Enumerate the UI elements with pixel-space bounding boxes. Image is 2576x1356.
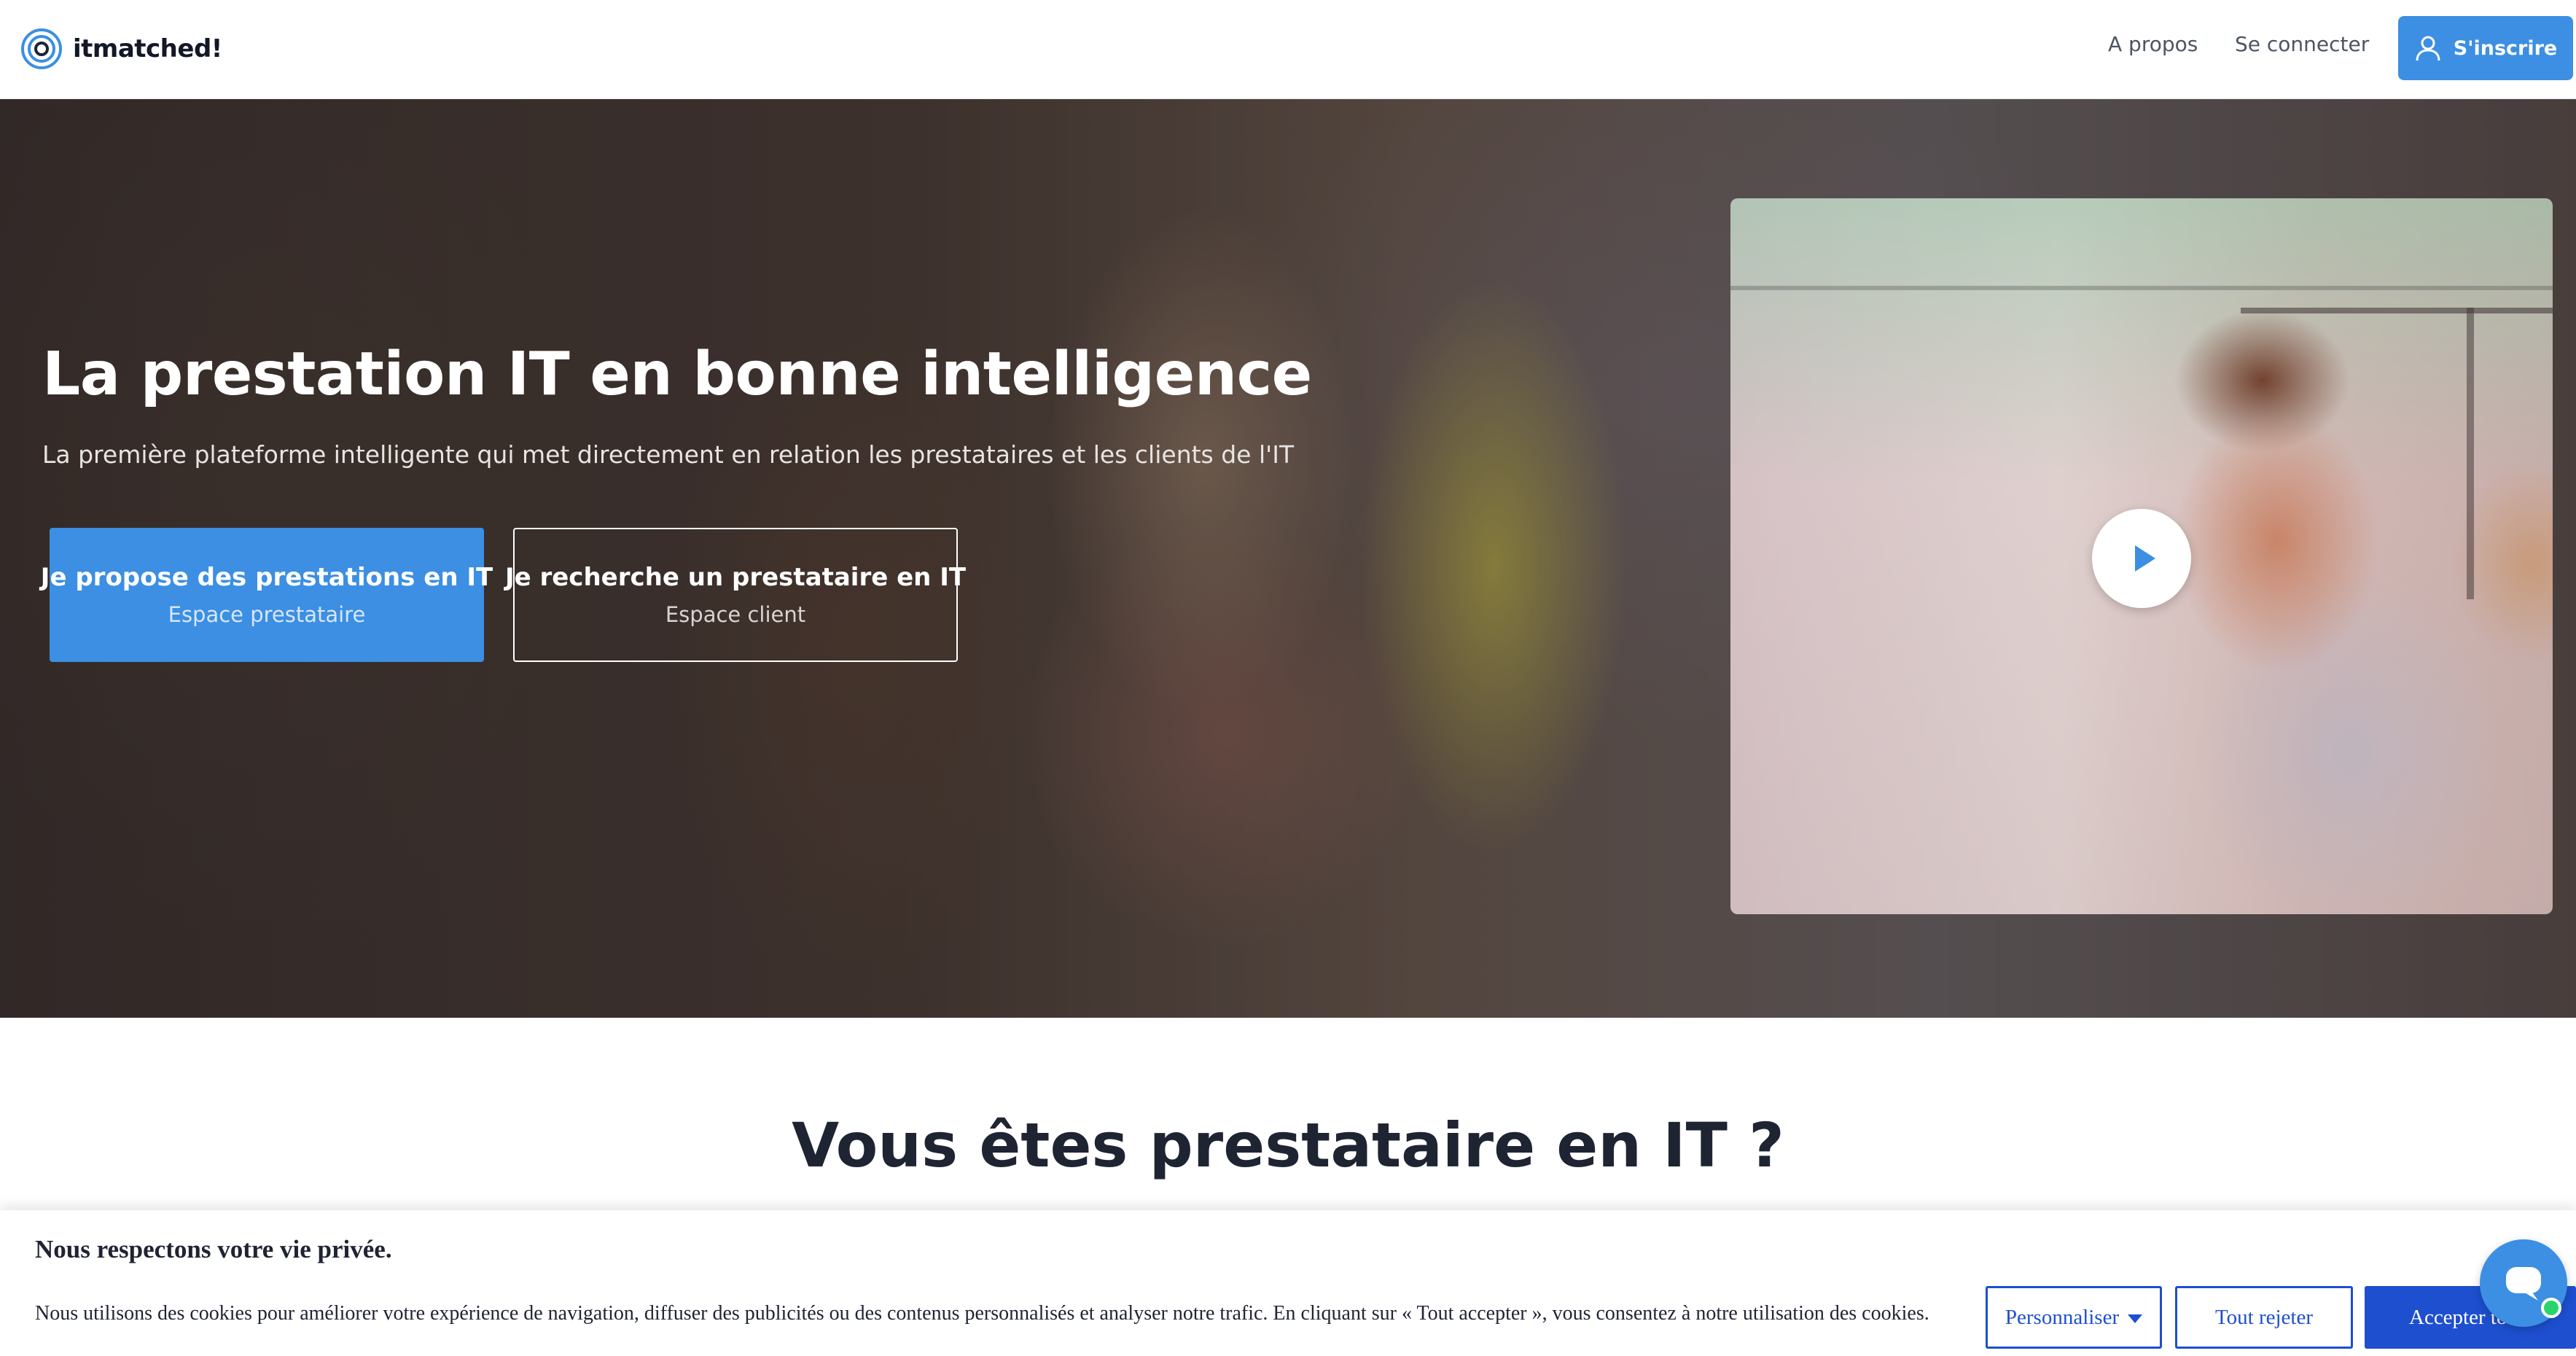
client-cta-sublabel: Espace client	[665, 602, 806, 627]
logo-mark-icon	[21, 28, 62, 69]
nav-login-link[interactable]: Se connecter	[2235, 32, 2369, 56]
hero-subtitle: La première plateforme intelligente qui …	[42, 440, 1295, 469]
play-button[interactable]	[2092, 509, 2191, 608]
cookie-text: Nous utilisons des cookies pour améliore…	[35, 1302, 1929, 1325]
logo-text: itmatched!	[73, 34, 222, 63]
logo[interactable]: itmatched!	[20, 28, 222, 70]
chat-icon	[2506, 1267, 2541, 1301]
play-icon	[2135, 545, 2155, 572]
hero-title: La prestation IT en bonne intelligence	[42, 340, 1312, 409]
signup-label: S'inscrire	[2453, 36, 2558, 60]
section-title: Vous êtes prestataire en IT ?	[792, 1110, 1784, 1181]
caret-down-icon	[2128, 1314, 2143, 1323]
customize-cookies-button[interactable]: Personnaliser	[1986, 1286, 2162, 1349]
hero-video[interactable]	[1730, 198, 2553, 914]
reject-label: Tout rejeter	[2214, 1305, 2314, 1329]
client-cta-label: Je recherche un prestataire en IT	[504, 563, 967, 592]
reject-all-button[interactable]: Tout rejeter	[2175, 1286, 2353, 1349]
site-header: itmatched! A propos Se connecter S'inscr…	[0, 0, 2576, 99]
signup-button[interactable]: S'inscrire	[2398, 16, 2573, 80]
cookie-banner: Nous respectons votre vie privée. Nous u…	[0, 1210, 2576, 1356]
provider-cta-sublabel: Espace prestataire	[168, 602, 366, 627]
cookie-title: Nous respectons votre vie privée.	[35, 1235, 392, 1263]
provider-cta-button[interactable]: Je propose des prestations en IT Espace …	[41, 528, 493, 662]
nav-about-link[interactable]: A propos	[2108, 32, 2198, 56]
hero-section: La prestation IT en bonne intelligence L…	[0, 99, 2576, 1018]
user-icon	[2416, 36, 2440, 61]
video-background-detail	[2467, 308, 2474, 599]
client-cta-button[interactable]: Je recherche un prestataire en IT Espace…	[505, 528, 966, 662]
provider-cta-label: Je propose des prestations en IT	[40, 563, 493, 592]
customize-label: Personnaliser	[2005, 1305, 2120, 1329]
online-status-dot	[2541, 1298, 2561, 1318]
video-background-detail	[2241, 308, 2553, 313]
video-background-detail	[1730, 286, 2553, 290]
